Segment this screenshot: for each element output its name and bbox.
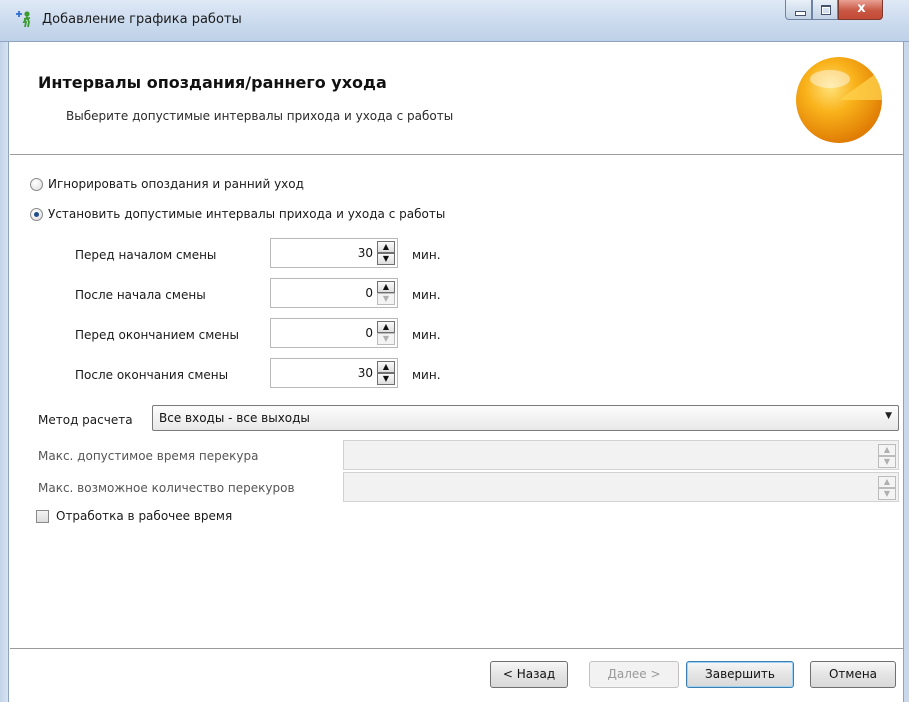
unit-label: мин. — [412, 328, 441, 342]
finish-button[interactable]: Завершить — [686, 661, 794, 688]
before-shift-start-stepper[interactable]: 30 ▲ ▼ — [270, 238, 398, 268]
max-break-time-field[interactable]: ▲ ▼ — [343, 440, 899, 470]
spin-up-icon[interactable]: ▲ — [878, 444, 896, 456]
unit-label: мин. — [412, 248, 441, 262]
spin-up-icon[interactable]: ▲ — [377, 361, 395, 373]
spin-down-icon[interactable]: ▼ — [878, 488, 896, 500]
page-subtitle: Выберите допустимые интервалы прихода и … — [66, 109, 454, 123]
before-shift-start-label: Перед началом смены — [75, 248, 217, 262]
ignore-radio-label[interactable]: Игнорировать опоздания и ранний уход — [48, 177, 304, 191]
calc-method-value[interactable]: Все входы - все выходы — [159, 411, 310, 425]
spin-buttons: ▲ ▼ — [377, 241, 395, 265]
spin-buttons: ▲ ▼ — [377, 361, 395, 385]
close-icon: x — [857, 1, 866, 16]
before-shift-end-stepper[interactable]: 0 ▲ ▼ — [270, 318, 398, 348]
spin-down-icon[interactable]: ▼ — [377, 253, 395, 265]
spin-up-icon[interactable]: ▲ — [377, 281, 395, 293]
spin-buttons: ▲ ▼ — [377, 321, 395, 345]
wizard-header: Интервалы опоздания/раннего ухода Выбери… — [10, 43, 903, 155]
spin-buttons: ▲ ▼ — [878, 476, 896, 500]
spin-down-icon[interactable]: ▼ — [377, 373, 395, 385]
spin-buttons: ▲ ▼ — [878, 444, 896, 468]
stepper-value[interactable]: 0 — [365, 286, 373, 300]
orange-sphere-logo — [796, 57, 882, 143]
close-button[interactable]: x — [838, 0, 883, 20]
after-shift-end-stepper[interactable]: 30 ▲ ▼ — [270, 358, 398, 388]
max-break-count-label: Макс. возможное количество перекуров — [38, 481, 295, 495]
window-title: Добавление графика работы — [42, 12, 242, 27]
next-button[interactable]: Далее > — [589, 661, 679, 688]
stepper-value[interactable]: 0 — [365, 326, 373, 340]
ignore-radio[interactable] — [30, 178, 43, 191]
page-title: Интервалы опоздания/раннего ухода — [38, 73, 387, 92]
work-time-checkbox[interactable] — [36, 510, 49, 523]
unit-label: мин. — [412, 288, 441, 302]
max-break-time-label: Макс. допустимое время перекура — [38, 449, 259, 463]
after-shift-start-label: После начала смены — [75, 288, 206, 302]
max-break-count-field[interactable]: ▲ ▼ — [343, 472, 899, 502]
set-intervals-radio[interactable] — [30, 208, 43, 221]
window-frame-left — [0, 42, 9, 702]
footer-divider — [10, 648, 903, 649]
spin-down-icon[interactable]: ▼ — [377, 293, 395, 305]
spin-down-icon[interactable]: ▼ — [377, 333, 395, 345]
minimize-button[interactable] — [785, 0, 812, 20]
window-frame-right — [903, 42, 909, 702]
unit-label: мин. — [412, 368, 441, 382]
stepper-value[interactable]: 30 — [358, 246, 373, 260]
calc-method-label: Метод расчета — [38, 413, 133, 427]
set-intervals-radio-label[interactable]: Установить допустимые интервалы прихода … — [48, 207, 445, 221]
maximize-button[interactable] — [812, 0, 838, 20]
calc-method-select[interactable]: Все входы - все выходы ▼ — [152, 405, 899, 431]
chevron-down-icon[interactable]: ▼ — [885, 411, 892, 421]
person-add-icon — [16, 11, 31, 28]
stepper-value[interactable]: 30 — [358, 366, 373, 380]
after-shift-end-label: После окончания смены — [75, 368, 229, 382]
back-button[interactable]: < Назад — [490, 661, 568, 688]
cancel-button[interactable]: Отмена — [810, 661, 896, 688]
spin-down-icon[interactable]: ▼ — [878, 456, 896, 468]
after-shift-start-stepper[interactable]: 0 ▲ ▼ — [270, 278, 398, 308]
before-shift-end-label: Перед окончанием смены — [75, 328, 239, 342]
spin-up-icon[interactable]: ▲ — [377, 321, 395, 333]
title-bar[interactable]: Добавление графика работы x — [0, 0, 909, 42]
spin-up-icon[interactable]: ▲ — [878, 476, 896, 488]
work-time-checkbox-label[interactable]: Отработка в рабочее время — [56, 509, 232, 523]
spin-up-icon[interactable]: ▲ — [377, 241, 395, 253]
spin-buttons: ▲ ▼ — [377, 281, 395, 305]
